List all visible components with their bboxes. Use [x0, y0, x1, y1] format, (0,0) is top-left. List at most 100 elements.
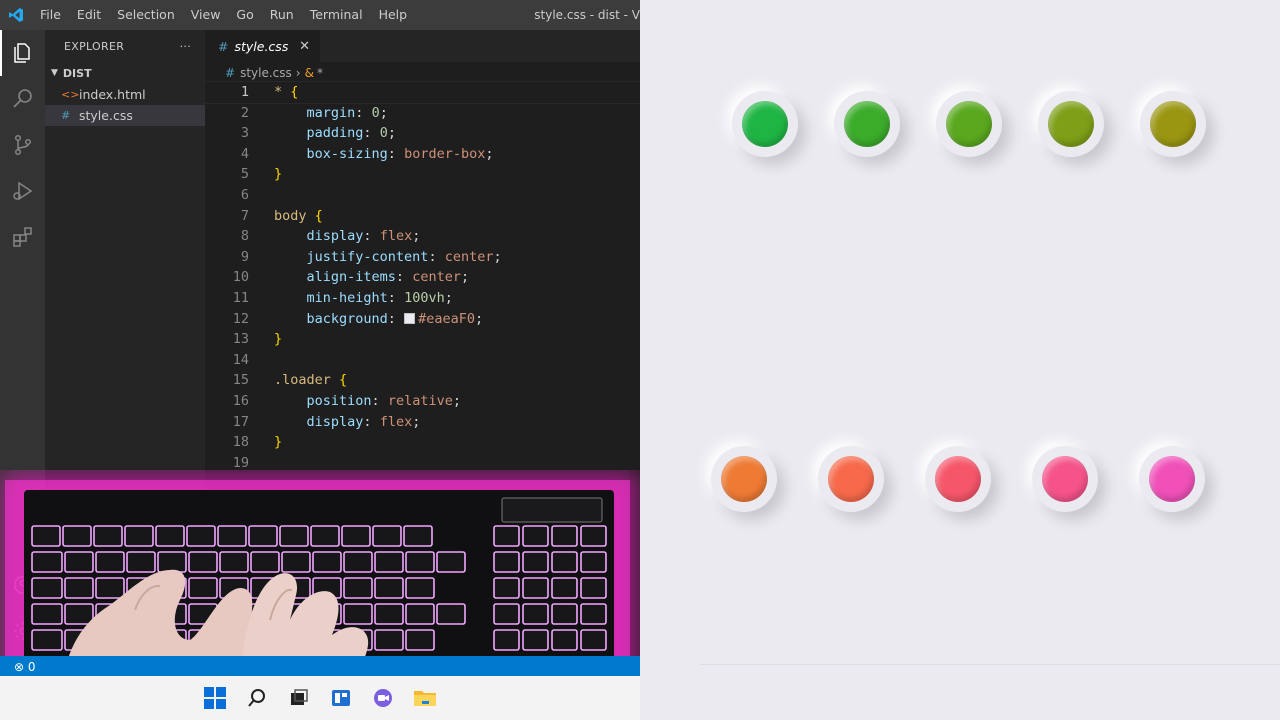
- line-source: margin: 0;: [274, 103, 388, 124]
- search-icon[interactable]: [0, 76, 45, 122]
- code-line[interactable]: 9 justify-content: center;: [205, 247, 640, 268]
- menu-go[interactable]: Go: [228, 0, 261, 30]
- code-token: :: [387, 289, 405, 306]
- menu-selection[interactable]: Selection: [109, 0, 183, 30]
- code-line[interactable]: 12 background: #eaeaF0;: [205, 309, 640, 330]
- file-style-css[interactable]: # style.css: [45, 105, 205, 126]
- run-debug-icon[interactable]: [0, 168, 45, 214]
- file-index-html[interactable]: <> index.html: [45, 84, 205, 105]
- code-token: :: [363, 413, 380, 430]
- code-line[interactable]: 1 * {: [204, 81, 640, 104]
- code-line[interactable]: 14: [205, 350, 640, 371]
- extensions-icon[interactable]: [0, 214, 45, 260]
- loader-dot-well: [936, 91, 1002, 157]
- code-token: display: [306, 228, 364, 245]
- tab-style-css[interactable]: # style.css ✕: [205, 30, 320, 62]
- preview-divider: [700, 664, 1280, 665]
- line-number: 14: [232, 351, 249, 368]
- line-source: }: [274, 329, 282, 350]
- line-number: 4: [240, 145, 249, 162]
- menu-help[interactable]: Help: [371, 0, 416, 30]
- code-line[interactable]: 18}: [205, 432, 640, 453]
- code-line[interactable]: 8 display: flex;: [205, 226, 640, 247]
- code-token: :: [395, 269, 413, 286]
- chat-icon[interactable]: [371, 686, 395, 710]
- editor-area: # style.css ✕ # style.css › & * 1 * {2 mar…: [204, 30, 640, 660]
- line-source: display: flex;: [274, 412, 421, 433]
- color-swatch-icon[interactable]: [404, 312, 416, 324]
- account-icon[interactable]: [0, 562, 45, 608]
- problems-indicator[interactable]: ⊗ 0: [14, 660, 36, 674]
- vscode-logo-icon[interactable]: [0, 0, 32, 30]
- code-token: justify-content: [306, 248, 429, 265]
- code-token: 0: [371, 104, 380, 121]
- code-line[interactable]: 4 box-sizing: border-box;: [205, 144, 640, 165]
- code-line[interactable]: 17 display: flex;: [205, 412, 640, 433]
- code-token: .loader: [274, 372, 340, 389]
- menu-run[interactable]: Run: [262, 0, 302, 30]
- code-line[interactable]: 3 padding: 0;: [205, 123, 640, 144]
- code-token: center: [444, 248, 494, 265]
- code-line[interactable]: 10 align-items: center;: [205, 267, 640, 288]
- code-token: background: [306, 310, 388, 327]
- menu-terminal[interactable]: Terminal: [302, 0, 371, 30]
- code-line[interactable]: 7 body {: [205, 206, 640, 227]
- code-token: margin: [306, 104, 356, 121]
- widgets-icon[interactable]: [329, 686, 353, 710]
- code-token: ;: [387, 125, 396, 142]
- folder-dist[interactable]: ▼ DIST: [45, 62, 205, 84]
- windows-start-icon[interactable]: [203, 686, 227, 710]
- code-line[interactable]: 19: [205, 453, 640, 474]
- line-source: }: [274, 164, 282, 185]
- line-number: 9: [240, 248, 249, 265]
- code-line[interactable]: 16 position: relative;: [205, 391, 640, 412]
- line-number: 1: [240, 84, 249, 100]
- code-line[interactable]: 5}: [205, 164, 640, 185]
- menu-view[interactable]: View: [183, 0, 229, 30]
- code-token: {: [290, 84, 299, 100]
- code-editor[interactable]: 1 * {2 margin: 0; 3 padding: 0; 4 box-sizin…: [204, 81, 640, 474]
- code-token: }: [274, 166, 283, 183]
- code-token: padding: [306, 125, 364, 142]
- breadcrumb-file[interactable]: style.css: [240, 66, 292, 80]
- explorer-sidebar: EXPLORER ··· ▼ DIST <> index.html # styl…: [45, 30, 205, 660]
- menu-bar: File Edit Selection View Go Run Terminal Help: [32, 0, 415, 30]
- menu-file[interactable]: File: [32, 0, 69, 30]
- close-icon[interactable]: ✕: [299, 39, 310, 54]
- loader-dot: [828, 456, 874, 502]
- line-source: box-sizing: border-box;: [274, 144, 494, 165]
- code-token: body: [274, 207, 315, 224]
- loader-dot-well: [1140, 91, 1206, 157]
- code-token: ;: [452, 392, 461, 409]
- taskbar-search-icon[interactable]: [245, 686, 269, 710]
- loader-dot: [1150, 101, 1196, 147]
- task-view-icon[interactable]: [287, 686, 311, 710]
- menu-edit[interactable]: Edit: [69, 0, 109, 30]
- status-bar: ⊗ 0: [0, 656, 640, 678]
- loader-dot-well: [925, 446, 991, 512]
- code-line[interactable]: 13}: [205, 329, 640, 350]
- code-token: ;: [460, 269, 470, 286]
- loader-dot-well: [732, 91, 798, 157]
- code-line[interactable]: 2 margin: 0;: [205, 103, 640, 124]
- explorer-icon[interactable]: [0, 30, 45, 76]
- line-number: 5: [240, 166, 249, 183]
- source-control-icon[interactable]: [0, 122, 45, 168]
- more-actions-icon[interactable]: ···: [180, 40, 191, 53]
- loader-dot: [721, 456, 767, 502]
- code-token: box-sizing: [306, 145, 388, 162]
- file-explorer-icon[interactable]: [413, 686, 437, 710]
- line-number: 12: [232, 310, 249, 327]
- code-line[interactable]: 11 min-height: 100vh;: [205, 288, 640, 309]
- tab-label: style.css: [234, 38, 289, 54]
- loader-dot: [935, 456, 981, 502]
- gear-icon[interactable]: [0, 608, 45, 654]
- line-source: body {: [274, 206, 323, 227]
- code-token: *: [274, 84, 291, 100]
- code-line[interactable]: 15 .loader {: [205, 370, 640, 391]
- code-line[interactable]: 6: [205, 185, 640, 206]
- breadcrumb-symbol[interactable]: *: [317, 66, 323, 80]
